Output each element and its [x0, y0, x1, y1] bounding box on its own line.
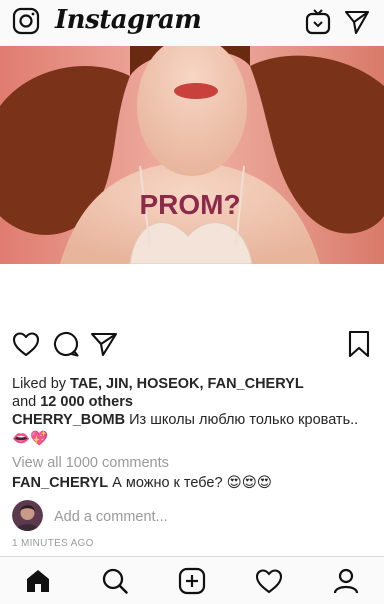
- igtv-icon[interactable]: [304, 8, 332, 41]
- bookmark-icon[interactable]: [346, 330, 372, 363]
- bottom-tab-bar: [0, 556, 384, 604]
- home-icon[interactable]: [24, 567, 52, 600]
- paper-plane-icon[interactable]: [344, 9, 370, 40]
- top-bar: Instagram: [0, 0, 384, 46]
- avatar[interactable]: [12, 500, 43, 531]
- comment-text: А можно к тебе? 😍😍😍: [108, 475, 272, 491]
- caption-username[interactable]: CHERRY_BOMB: [12, 412, 125, 428]
- post-timestamp: 1 MINUTES AGO: [12, 538, 94, 549]
- heart-icon[interactable]: [12, 330, 40, 363]
- post-caption: CHERRY_BOMB Из школы люблю только кроват…: [12, 411, 372, 449]
- post-image[interactable]: PROM?: [0, 46, 384, 264]
- new-post-icon[interactable]: [178, 567, 206, 600]
- likes-count[interactable]: 12 000 others: [40, 394, 133, 410]
- post-actions: [0, 330, 384, 362]
- search-icon[interactable]: [101, 567, 129, 600]
- likes-and: and: [12, 394, 41, 410]
- share-icon[interactable]: [90, 330, 118, 363]
- app-logo: Instagram: [55, 5, 202, 35]
- comment-username[interactable]: FAN_CHERYL: [12, 475, 108, 491]
- likes-names[interactable]: TAE, JIN, HOSEOK, FAN_CHERYL: [70, 376, 304, 392]
- camera-icon[interactable]: [12, 7, 40, 40]
- likes-prefix: Liked by: [12, 376, 71, 392]
- profile-icon[interactable]: [332, 567, 360, 600]
- activity-icon[interactable]: [255, 567, 283, 600]
- add-comment-input[interactable]: [54, 506, 354, 528]
- chest-writing: PROM?: [139, 189, 240, 220]
- add-comment-row: [12, 500, 372, 534]
- post-image-padding: [0, 264, 384, 324]
- comment-item: FAN_CHERYL А можно к тебе? 😍😍😍: [12, 474, 372, 493]
- comment-icon[interactable]: [52, 330, 80, 363]
- view-all-comments-link[interactable]: View all 1000 comments: [12, 455, 169, 471]
- likes-line[interactable]: Liked by TAE, JIN, HOSEOK, FAN_CHERYL an…: [12, 375, 372, 411]
